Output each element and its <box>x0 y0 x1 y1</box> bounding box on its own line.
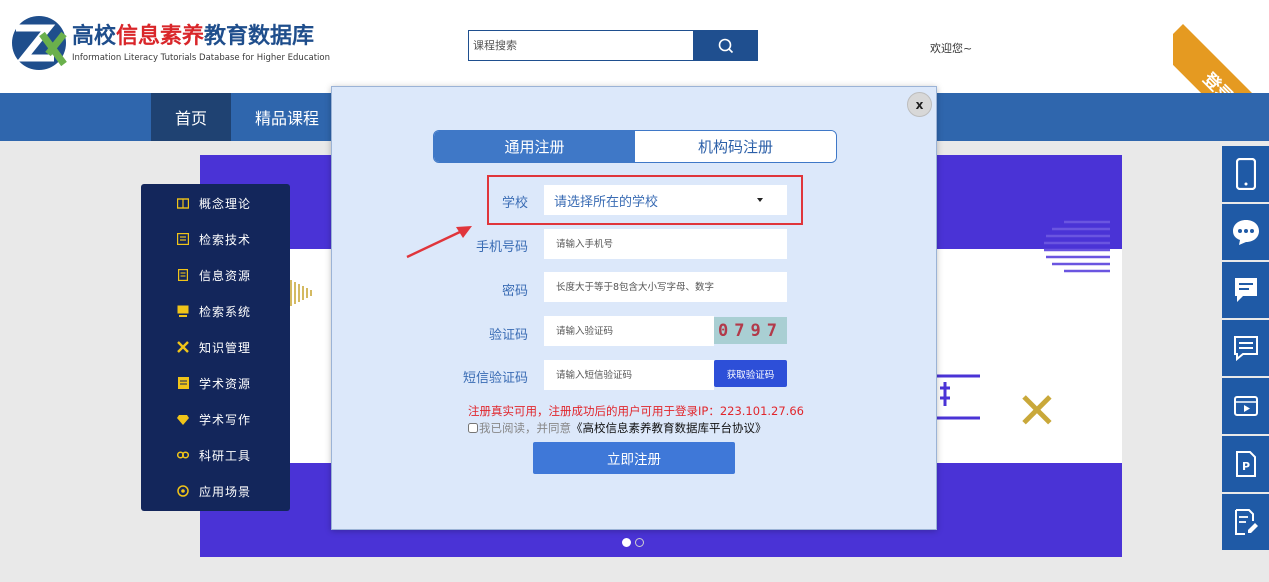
book-icon <box>177 197 189 209</box>
side-item-label: 知识管理 <box>199 340 252 355</box>
svg-text:P: P <box>1242 460 1250 473</box>
school-select[interactable]: 请选择所在的学校 <box>544 185 787 215</box>
chevron-down-icon <box>757 198 763 202</box>
ppt-button[interactable]: P <box>1222 436 1269 492</box>
folder-icon <box>177 377 189 389</box>
site-subtitle: Information Literacy Tutorials Database … <box>72 53 330 63</box>
message-board-button[interactable] <box>1222 262 1269 318</box>
message-icon <box>1234 278 1257 302</box>
category-side-menu: 概念理论 检索技术 信息资源 检索系统 知识管理 学术资源 学术写作 科研工具 … <box>141 184 290 511</box>
register-tabs: 通用注册 机构码注册 <box>433 130 837 163</box>
annotation-arrow-icon <box>406 226 472 259</box>
side-item-label: 科研工具 <box>199 448 252 463</box>
side-item-search-systems[interactable]: 检索系统 <box>141 293 290 329</box>
captcha-input[interactable] <box>544 316 714 346</box>
carousel-dot-2[interactable] <box>635 538 644 547</box>
search-icon <box>718 38 734 53</box>
agreement-checkbox[interactable] <box>468 423 478 433</box>
site-title-part3: 教育数据库 <box>204 24 315 49</box>
agreement-link[interactable]: 《高校信息素养教育数据库平台协议》 <box>571 420 767 436</box>
side-item-label: 检索系统 <box>199 304 252 319</box>
tools-icon <box>177 341 189 353</box>
captcha-image[interactable]: 0797 <box>714 317 787 344</box>
comment-icon <box>1233 336 1258 361</box>
password-label: 密码 <box>501 284 528 299</box>
captcha-label: 验证码 <box>488 328 528 343</box>
password-input[interactable] <box>544 272 787 302</box>
side-item-label: 概念理论 <box>199 196 252 211</box>
nav-item-home[interactable]: 首页 <box>151 93 231 141</box>
school-label: 学校 <box>501 196 528 211</box>
get-sms-code-button[interactable]: 获取验证码 <box>714 360 787 387</box>
login-ribbon[interactable]: 登录 <box>1173 0 1269 96</box>
school-select-value: 请选择所在的学校 <box>554 194 659 210</box>
register-submit-button[interactable]: 立即注册 <box>533 442 735 474</box>
link-icon <box>177 449 189 461</box>
agreement-row: 我已阅读，并同意 《高校信息素养教育数据库平台协议》 <box>468 420 767 436</box>
login-label[interactable]: 登录 <box>1199 65 1241 96</box>
side-item-academic-writing[interactable]: 学术写作 <box>141 401 290 437</box>
site-title-part2: 信息素养 <box>116 24 205 49</box>
phone-input[interactable] <box>544 229 787 259</box>
chat-bubble-icon <box>1232 220 1259 245</box>
feedback-button[interactable] <box>1222 320 1269 376</box>
side-item-search-technique[interactable]: 检索技术 <box>141 221 290 257</box>
site-header: 高校信息素养教育数据库 Information Literacy Tutoria… <box>0 0 1269 96</box>
site-logo-icon[interactable] <box>8 14 70 72</box>
side-item-research-tools[interactable]: 科研工具 <box>141 437 290 473</box>
sms-code-input[interactable] <box>544 360 714 390</box>
online-chat-button[interactable] <box>1222 204 1269 260</box>
register-notice: 注册真实可用，注册成功后的用户可用于登录IP：223.101.27.66 <box>468 404 804 418</box>
video-icon <box>1233 396 1258 416</box>
document-icon <box>177 269 189 281</box>
banner-x-decoration-icon: ✕ <box>1016 382 1058 440</box>
side-item-label: 学术资源 <box>199 376 252 391</box>
tab-general-register[interactable]: 通用注册 <box>434 131 635 162</box>
tab-institution-code-register[interactable]: 机构码注册 <box>635 131 836 162</box>
agreement-text: 我已阅读，并同意 <box>479 421 571 435</box>
notes-button[interactable] <box>1222 494 1269 550</box>
banner-lines-decoration-icon <box>936 374 980 420</box>
site-title: 高校信息素养教育数据库 <box>72 18 314 50</box>
search-button[interactable] <box>694 30 758 61</box>
banner-triangle-decoration-icon <box>290 280 312 306</box>
compass-icon <box>177 485 189 497</box>
side-item-application-scenarios[interactable]: 应用场景 <box>141 473 290 509</box>
side-item-label: 检索技术 <box>199 232 252 247</box>
side-item-label: 学术写作 <box>199 412 252 427</box>
side-item-label: 应用场景 <box>199 484 252 499</box>
monitor-icon <box>177 305 189 317</box>
mobile-icon <box>1235 158 1256 190</box>
sms-code-label: 短信验证码 <box>462 371 528 386</box>
carousel-dots <box>622 538 644 547</box>
site-title-part1: 高校 <box>72 24 117 49</box>
side-item-label: 信息资源 <box>199 268 252 283</box>
course-search-input[interactable] <box>468 30 694 61</box>
register-modal: x 通用注册 机构码注册 学校 请选择所在的学校 手机号码 密码 验证码 079… <box>331 86 937 530</box>
banner-stripes-decoration-icon <box>1044 220 1110 273</box>
welcome-text: 欢迎您~ <box>930 42 973 55</box>
side-item-concept-theory[interactable]: 概念理论 <box>141 185 290 221</box>
close-icon[interactable]: x <box>907 92 932 117</box>
ppt-icon: P <box>1235 451 1256 477</box>
mobile-app-button[interactable] <box>1222 146 1269 202</box>
diamond-icon <box>177 413 189 425</box>
login-ribbon-band[interactable]: 登录 <box>1173 24 1269 96</box>
side-item-info-resources[interactable]: 信息资源 <box>141 257 290 293</box>
side-item-knowledge-management[interactable]: 知识管理 <box>141 329 290 365</box>
carousel-dot-1[interactable] <box>622 538 631 547</box>
side-item-academic-resources[interactable]: 学术资源 <box>141 365 290 401</box>
search-doc-icon <box>177 233 189 245</box>
edit-icon <box>1234 509 1258 535</box>
nav-item-courses[interactable]: 精品课程 <box>244 93 330 141</box>
video-button[interactable] <box>1222 378 1269 434</box>
